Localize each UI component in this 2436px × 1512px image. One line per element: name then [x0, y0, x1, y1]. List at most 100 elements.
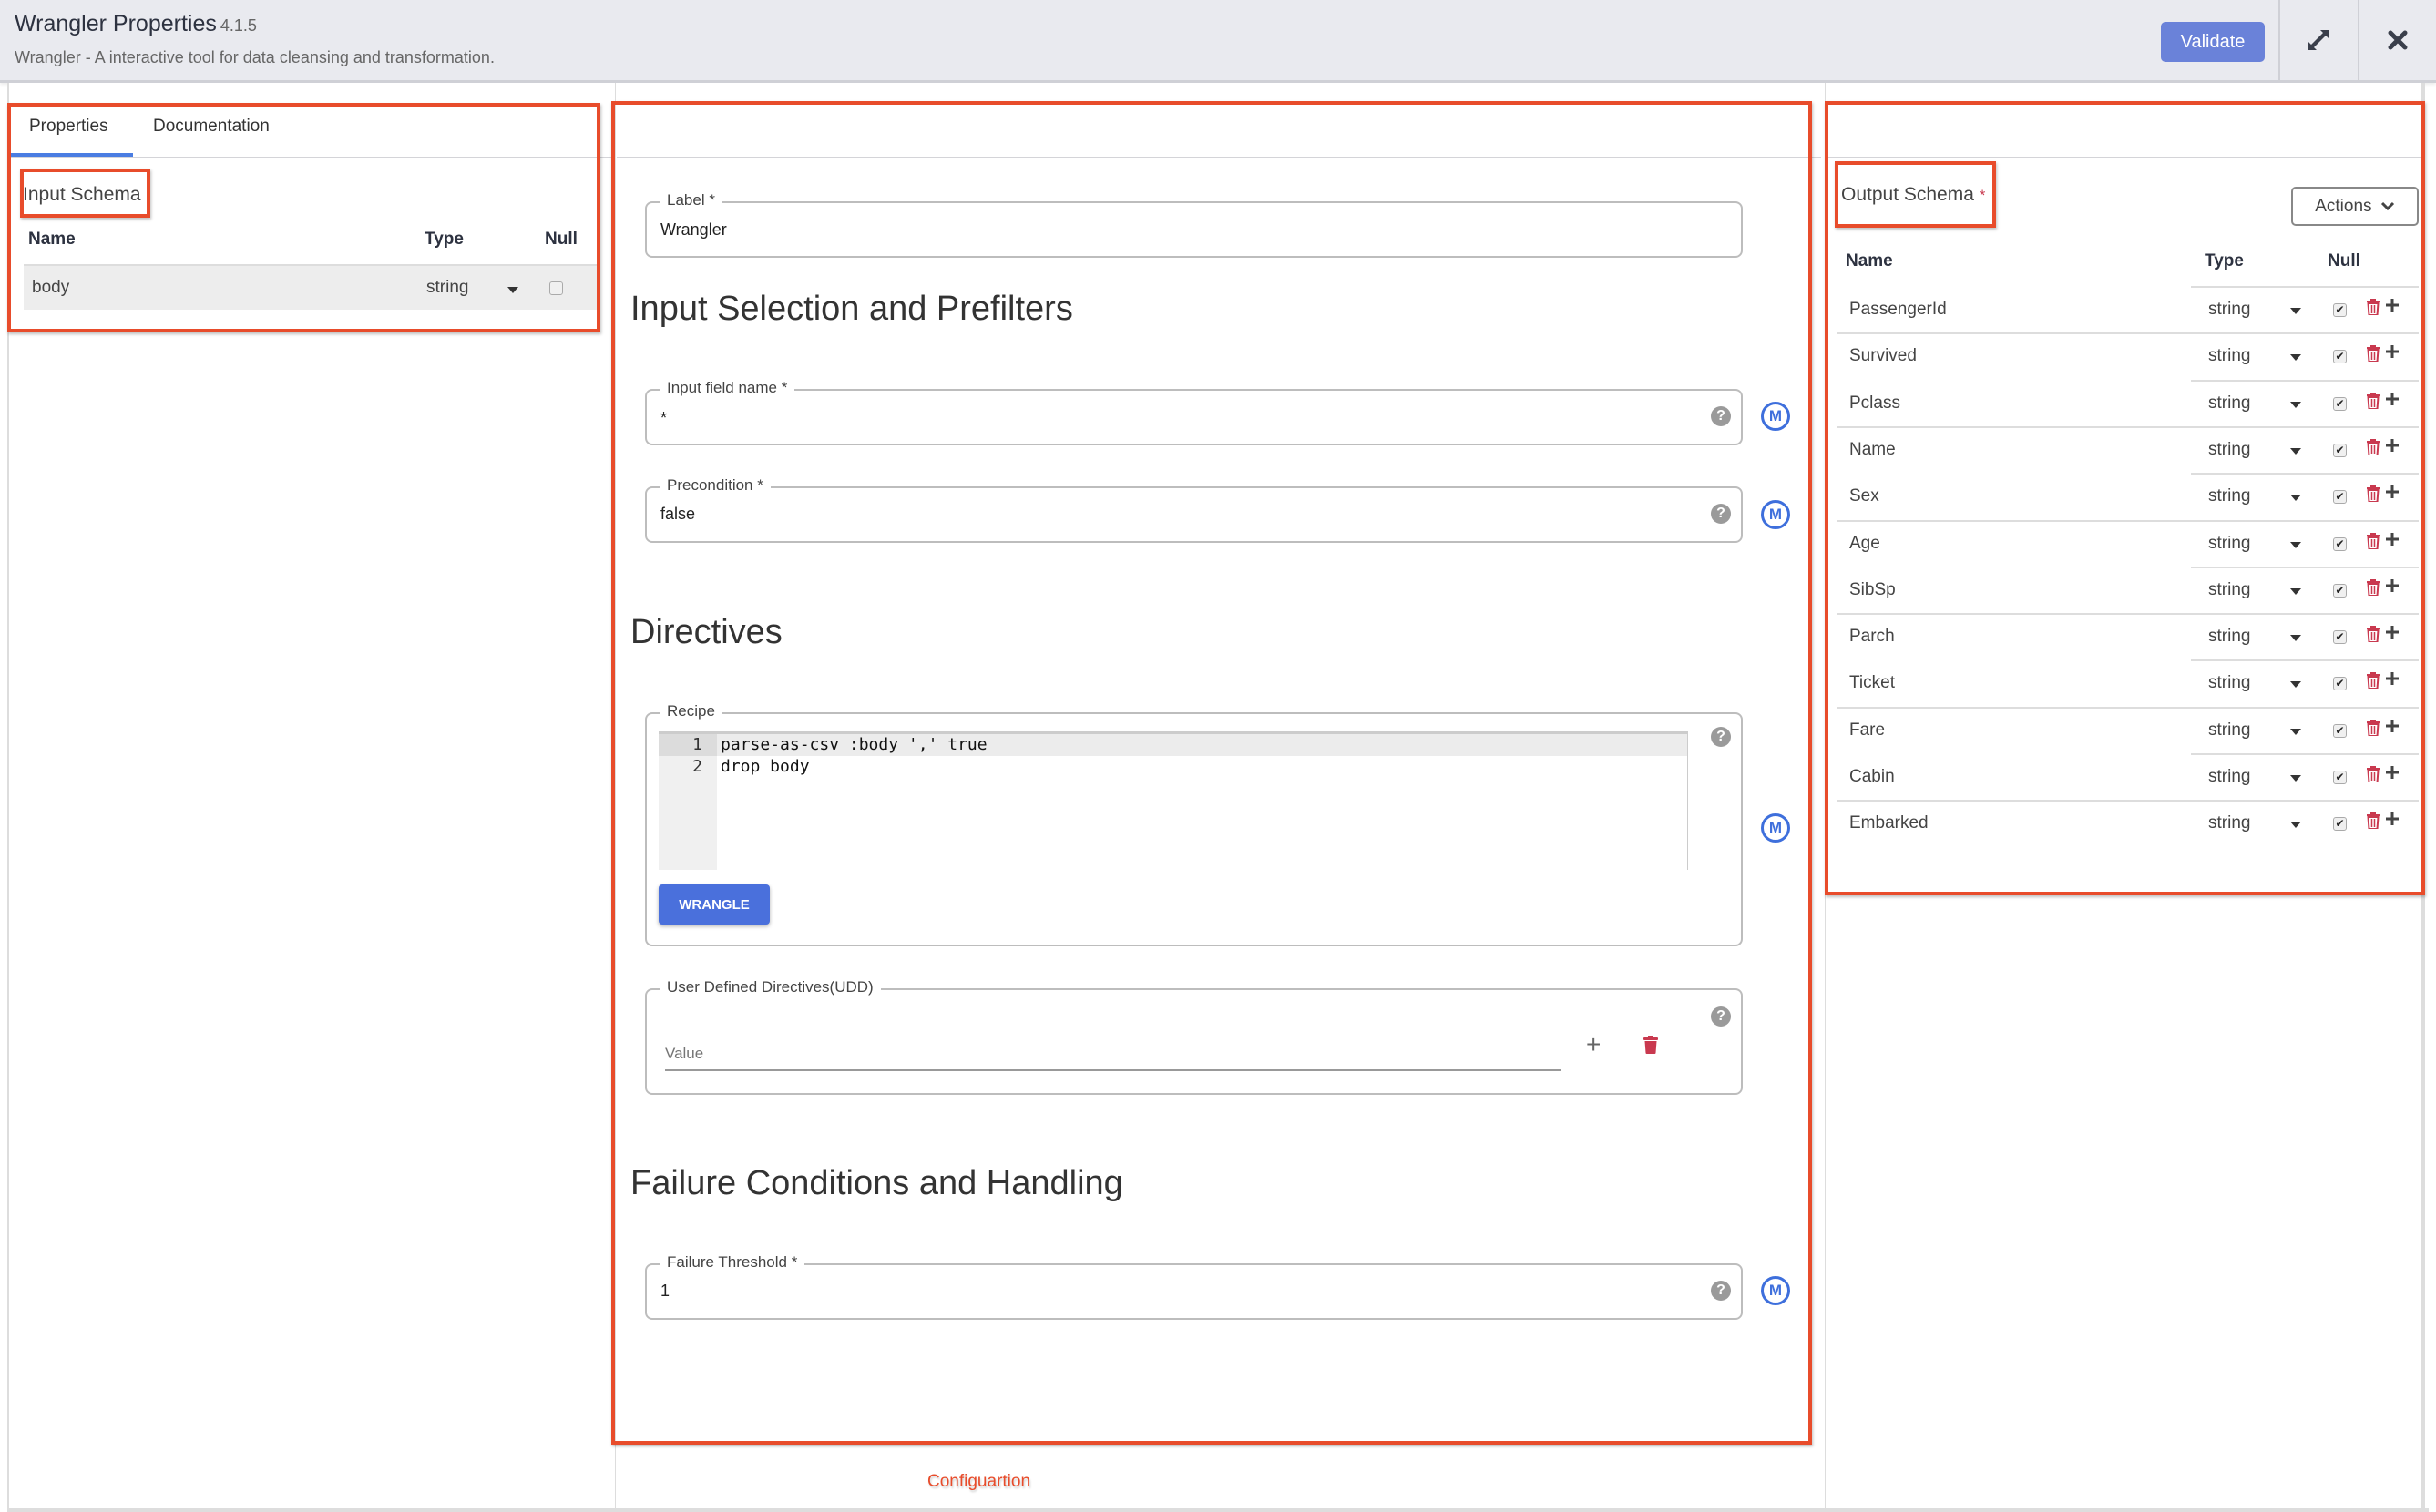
output-field-type-select[interactable]: string: [2208, 486, 2250, 506]
output-field-name[interactable]: Fare: [1849, 720, 1885, 741]
add-field-button[interactable]: [2385, 578, 2400, 598]
add-field-button[interactable]: [2385, 344, 2400, 363]
add-udd-button[interactable]: +: [1586, 1030, 1601, 1059]
macro-icon[interactable]: M: [1761, 500, 1790, 529]
output-null-checkbox[interactable]: ✔: [2333, 350, 2347, 364]
output-field-type-select[interactable]: string: [2208, 767, 2250, 787]
close-button[interactable]: [2359, 0, 2436, 80]
delete-field-button[interactable]: [2367, 672, 2380, 693]
output-null-checkbox[interactable]: ✔: [2333, 443, 2347, 457]
chevron-down-icon: [2290, 775, 2301, 782]
input-field-name-value[interactable]: *: [660, 409, 667, 428]
failure-threshold-value[interactable]: 1: [660, 1282, 670, 1301]
help-icon[interactable]: ?: [1711, 1281, 1731, 1301]
output-null-checkbox[interactable]: ✔: [2333, 630, 2347, 645]
macro-icon[interactable]: M: [1761, 1276, 1790, 1305]
modal-bottom-edge: [7, 1508, 2429, 1512]
precondition-value[interactable]: false: [660, 505, 695, 524]
output-field-name[interactable]: PassengerId: [1849, 300, 1947, 320]
tab-documentation[interactable]: Documentation: [153, 117, 270, 137]
output-null-checkbox[interactable]: ✔: [2333, 490, 2347, 505]
output-null-checkbox[interactable]: ✔: [2333, 771, 2347, 784]
output-null-checkbox[interactable]: ✔: [2333, 303, 2347, 317]
label-field-label: Label *: [660, 191, 722, 209]
add-field-button[interactable]: [2385, 392, 2400, 411]
precondition-field[interactable]: Precondition * false ?: [645, 476, 1743, 543]
delete-field-button[interactable]: [2367, 345, 2380, 366]
output-null-checkbox[interactable]: ✔: [2333, 536, 2347, 551]
add-field-button[interactable]: [2385, 812, 2400, 831]
delete-field-button[interactable]: [2367, 812, 2380, 833]
configuration-annotation: Configuartion: [927, 1472, 1031, 1491]
output-field-type-select[interactable]: string: [2208, 720, 2250, 741]
required-mark: *: [1979, 187, 1986, 204]
output-field-name[interactable]: Pclass: [1849, 393, 1900, 414]
help-icon[interactable]: ?: [1711, 406, 1731, 426]
delete-field-button[interactable]: [2367, 719, 2380, 741]
input-col-type: Type: [425, 230, 464, 249]
input-field-name-field[interactable]: Input field name * * ?: [645, 379, 1743, 445]
delete-field-button[interactable]: [2367, 299, 2380, 320]
output-field-name[interactable]: Ticket: [1849, 673, 1895, 693]
add-field-button[interactable]: [2385, 625, 2400, 644]
output-field-name[interactable]: Embarked: [1849, 813, 1929, 833]
output-field-type-select[interactable]: string: [2208, 673, 2250, 693]
output-field-name[interactable]: Parch: [1849, 627, 1895, 647]
output-field-name[interactable]: Survived: [1849, 346, 1917, 366]
tab-properties[interactable]: Properties: [29, 117, 108, 137]
output-field-name[interactable]: Sex: [1849, 486, 1879, 506]
output-field-type-select[interactable]: string: [2208, 346, 2250, 366]
output-field-type-select[interactable]: string: [2208, 393, 2250, 414]
output-field-type-select[interactable]: string: [2208, 300, 2250, 320]
delete-field-button[interactable]: [2367, 485, 2380, 506]
output-field-name[interactable]: Age: [1849, 534, 1880, 554]
input-field-type-select[interactable]: string: [426, 278, 468, 298]
output-field-name[interactable]: SibSp: [1849, 580, 1896, 600]
chevron-down-icon: [2290, 354, 2301, 362]
add-field-button[interactable]: [2385, 485, 2400, 504]
help-icon[interactable]: ?: [1711, 504, 1731, 524]
label-field-value[interactable]: Wrangler: [660, 220, 727, 240]
delete-field-button[interactable]: [2367, 532, 2380, 554]
code-line[interactable]: 1 parse-as-csv :body ',' true: [659, 734, 1687, 756]
help-icon[interactable]: ?: [1711, 1006, 1731, 1027]
delete-field-button[interactable]: [2367, 392, 2380, 414]
trash-icon: [2367, 626, 2380, 644]
delete-field-button[interactable]: [2367, 438, 2380, 460]
expand-button[interactable]: [2280, 0, 2357, 80]
actions-dropdown-button[interactable]: Actions: [2291, 187, 2419, 226]
delete-field-button[interactable]: [2367, 626, 2380, 647]
output-field-type-select[interactable]: string: [2208, 580, 2250, 600]
add-field-button[interactable]: [2385, 719, 2400, 738]
macro-icon[interactable]: M: [1761, 813, 1790, 843]
output-null-checkbox[interactable]: ✔: [2333, 677, 2347, 691]
output-null-checkbox[interactable]: ✔: [2333, 396, 2347, 411]
output-field-type-select[interactable]: string: [2208, 627, 2250, 647]
output-null-checkbox[interactable]: ✔: [2333, 583, 2347, 598]
input-null-checkbox[interactable]: [549, 281, 563, 295]
label-field[interactable]: Label * Wrangler: [645, 191, 1743, 258]
validate-button[interactable]: Validate: [2161, 22, 2265, 62]
udd-value-input[interactable]: [665, 1038, 1561, 1071]
output-field-name[interactable]: Cabin: [1849, 767, 1895, 787]
delete-field-button[interactable]: [2367, 766, 2380, 787]
output-null-checkbox[interactable]: ✔: [2333, 817, 2347, 832]
output-null-checkbox[interactable]: ✔: [2333, 723, 2347, 738]
output-field-name[interactable]: Name: [1849, 440, 1896, 460]
macro-icon[interactable]: M: [1761, 402, 1790, 431]
failure-threshold-field[interactable]: Failure Threshold * 1 ?: [645, 1253, 1743, 1320]
delete-udd-button[interactable]: [1643, 1036, 1658, 1058]
add-field-button[interactable]: [2385, 671, 2400, 690]
wrangle-button[interactable]: WRANGLE: [659, 884, 770, 925]
code-line[interactable]: 2 drop body: [659, 756, 1687, 778]
add-field-button[interactable]: [2385, 298, 2400, 317]
output-field-type-select[interactable]: string: [2208, 534, 2250, 554]
output-field-type-select[interactable]: string: [2208, 440, 2250, 460]
output-field-type-select[interactable]: string: [2208, 813, 2250, 833]
recipe-code-editor[interactable]: 1 parse-as-csv :body ',' true 2 drop bod…: [659, 731, 1688, 870]
add-field-button[interactable]: [2385, 532, 2400, 551]
add-field-button[interactable]: [2385, 438, 2400, 457]
add-field-button[interactable]: [2385, 765, 2400, 784]
delete-field-button[interactable]: [2367, 578, 2380, 600]
help-icon[interactable]: ?: [1711, 727, 1731, 747]
